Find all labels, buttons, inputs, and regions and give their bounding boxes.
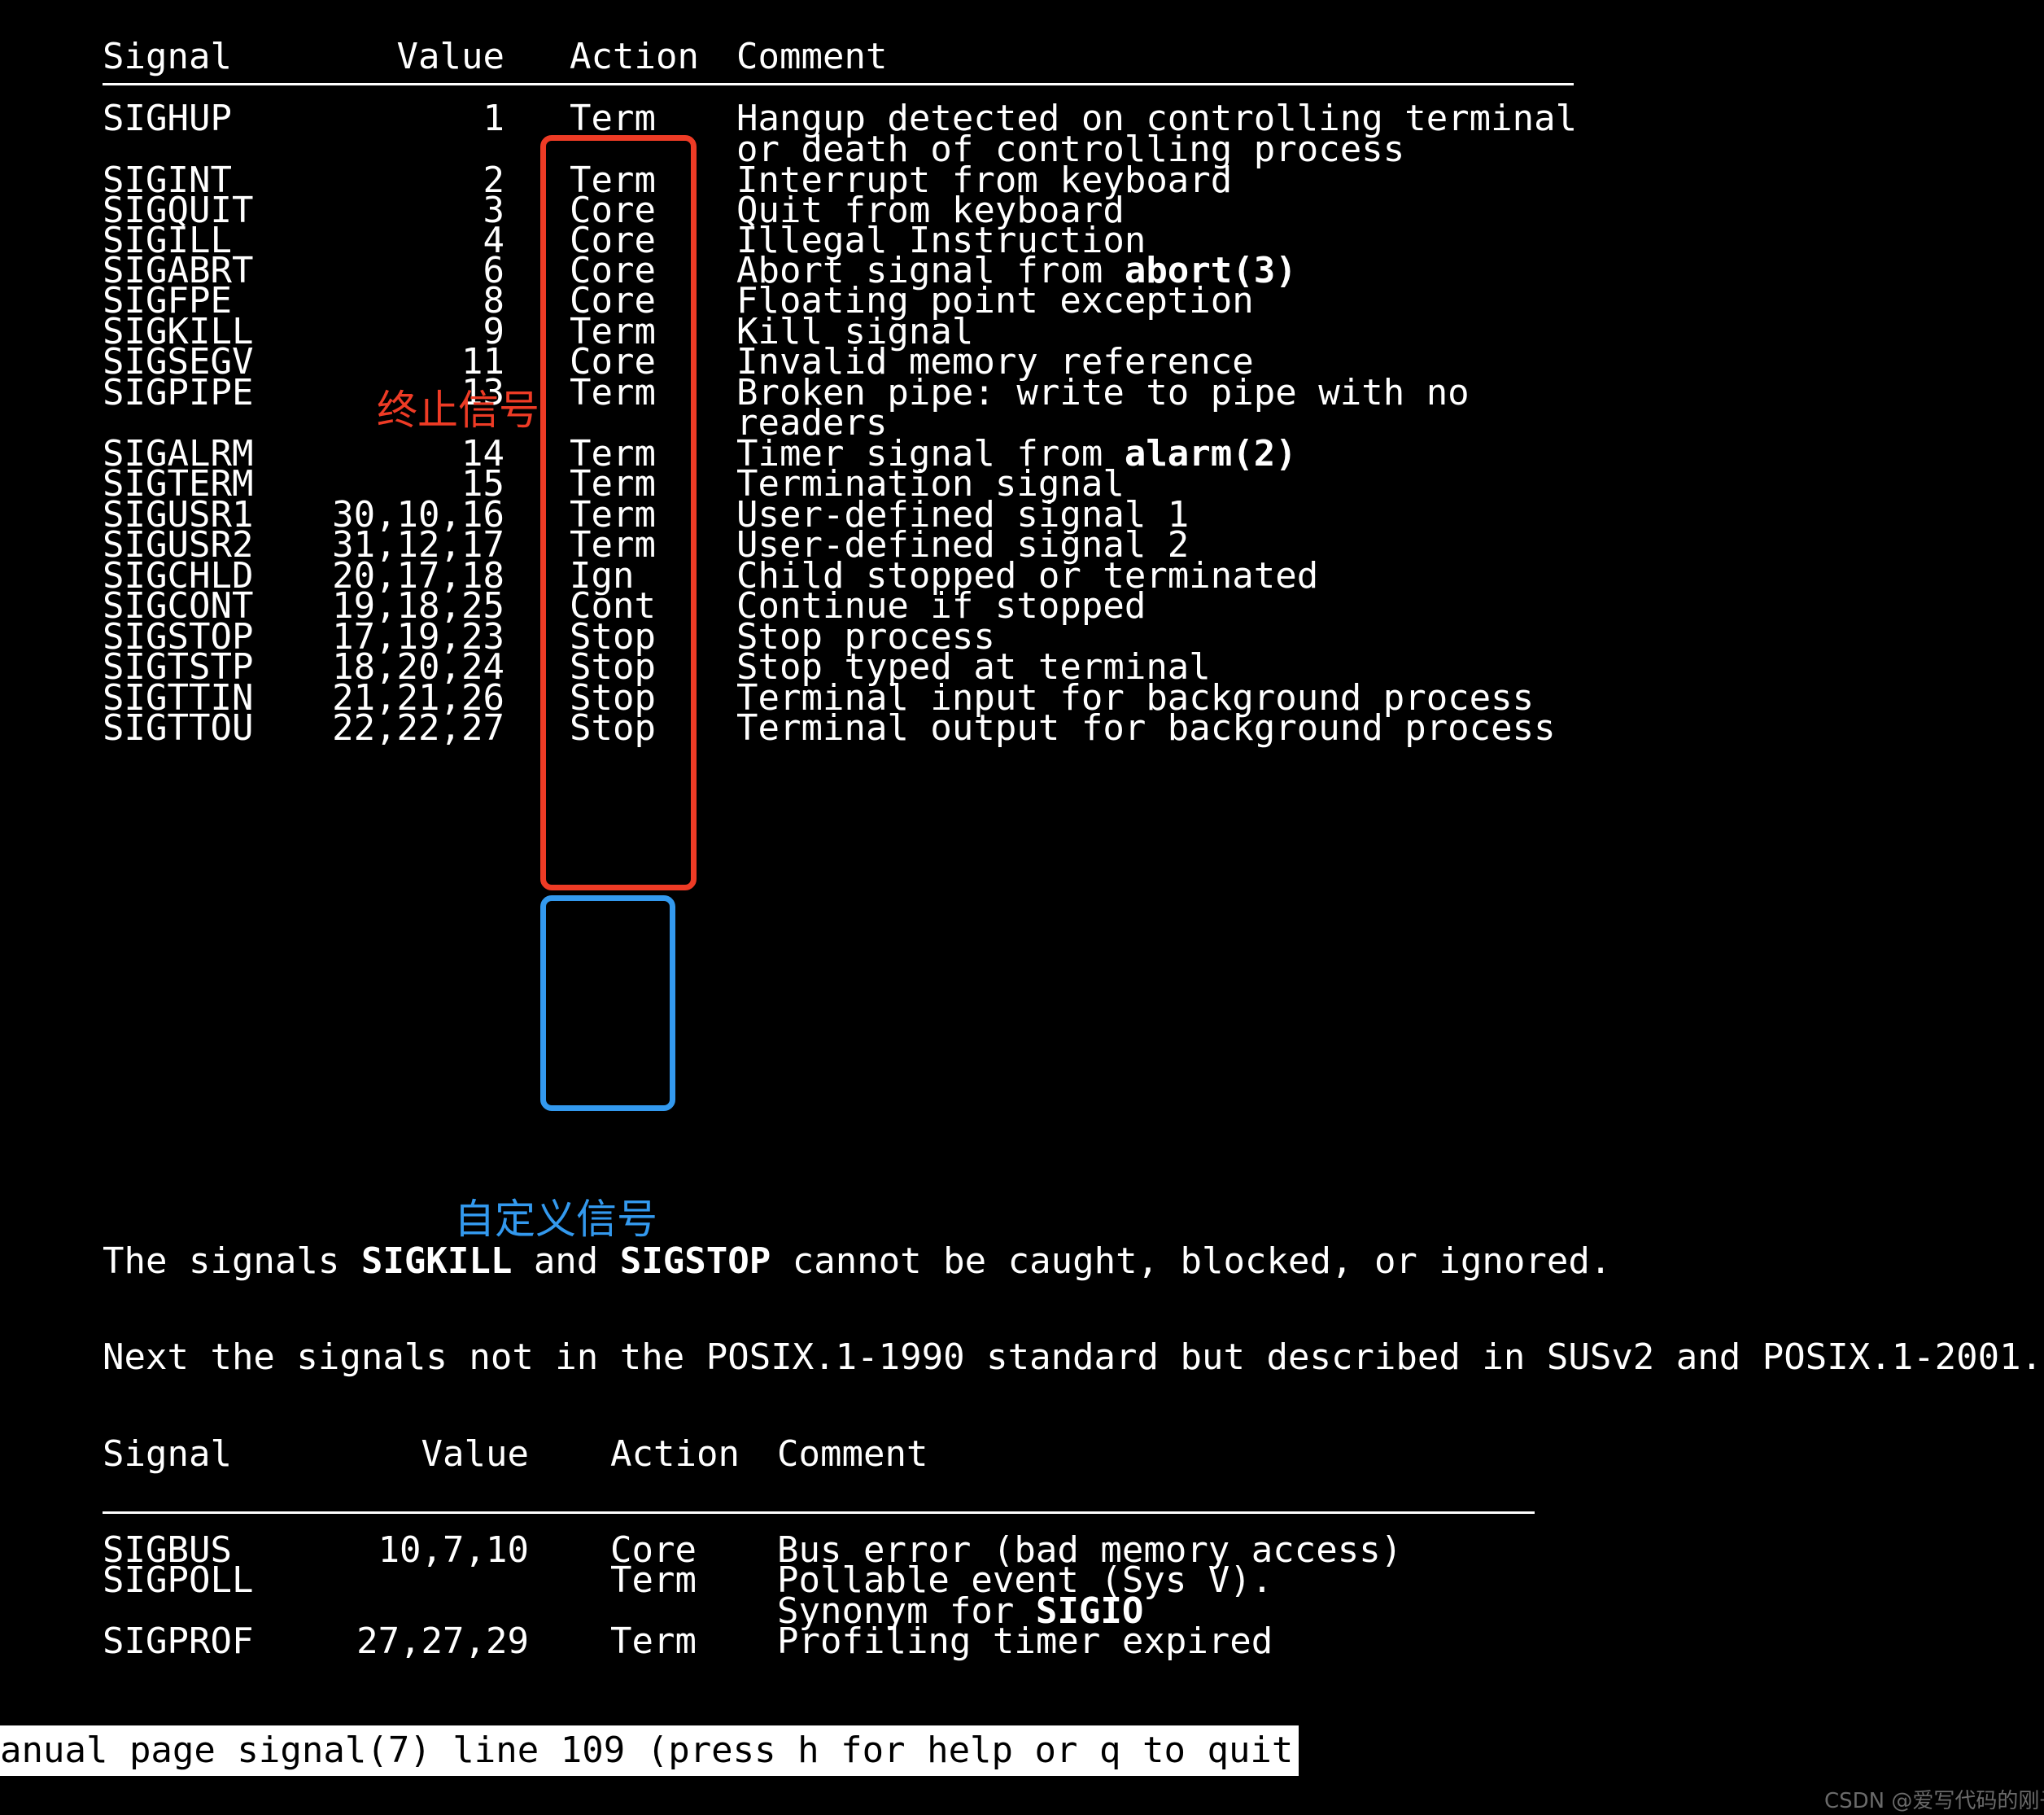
paragraph1-part3: cannot be caught, blocked, or ignored. (771, 1240, 1612, 1282)
table1-row-18-signal: SIGTTOU (103, 707, 254, 749)
pager-status-bar[interactable]: anual page signal(7) line 109 (press h f… (0, 1725, 1315, 1776)
term-signals-highlight-box (540, 135, 697, 890)
paragraph1-part2: and (512, 1240, 620, 1282)
table1-row-18-comment: Terminal output for background process (736, 707, 1556, 749)
table1-row-0-value: 1 (483, 98, 505, 139)
custom-signals-highlight-box (540, 895, 675, 1111)
terminal-screen: Signal Value Action Comment SIGHUP 1 Ter… (0, 0, 2044, 1815)
table1-header-comment: Comment (736, 36, 888, 77)
table2-row-2-comment: Profiling timer expired (777, 1620, 1273, 1662)
table1-header-rule (103, 83, 1574, 85)
paragraph1-bold-sigstop: SIGSTOP (619, 1240, 771, 1282)
table1-row-0-signal: SIGHUP (103, 98, 232, 139)
table2-header-rule (103, 1511, 1535, 1514)
paragraph1-part1: The signals (103, 1240, 361, 1282)
table1-header-action: Action (570, 36, 699, 77)
table2-header-comment: Comment (777, 1433, 928, 1475)
paragraph-sigkill-sigstop: The signals SIGKILL and SIGSTOP cannot b… (103, 1237, 1611, 1286)
table2-row-2-signal: SIGPROF (103, 1620, 254, 1662)
paragraph1-bold-sigkill: SIGKILL (360, 1240, 513, 1282)
table2-row-1-signal: SIGPOLL (103, 1559, 254, 1601)
table2-row-1-action: Term (610, 1559, 697, 1601)
table2-header-signal: Signal (103, 1433, 232, 1475)
table2-header-value: Value (421, 1433, 529, 1475)
table2-header-action: Action (610, 1433, 740, 1475)
table2-row-0-value: 10,7,10 (378, 1529, 529, 1571)
csdn-watermark: CSDN @爱写代码的刚子 (1824, 1789, 2044, 1813)
table1-header-signal: Signal (103, 36, 232, 77)
custom-signals-annotation-label: 自定义信号 (454, 1196, 657, 1243)
table1-row-8-signal: SIGPIPE (103, 372, 254, 413)
table1-row-9-comment-bold: alarm(2) (1124, 433, 1297, 475)
term-signals-annotation-label: 终止信号 (377, 387, 539, 434)
paragraph-posix-note: Next the signals not in the POSIX.1-1990… (103, 1336, 2043, 1378)
table2-row-2-action: Term (610, 1620, 697, 1662)
table1-row-18-value: 22,22,27 (332, 707, 504, 749)
table1-header-value: Value (396, 36, 504, 77)
table2-row-2-value: 27,27,29 (356, 1620, 529, 1662)
